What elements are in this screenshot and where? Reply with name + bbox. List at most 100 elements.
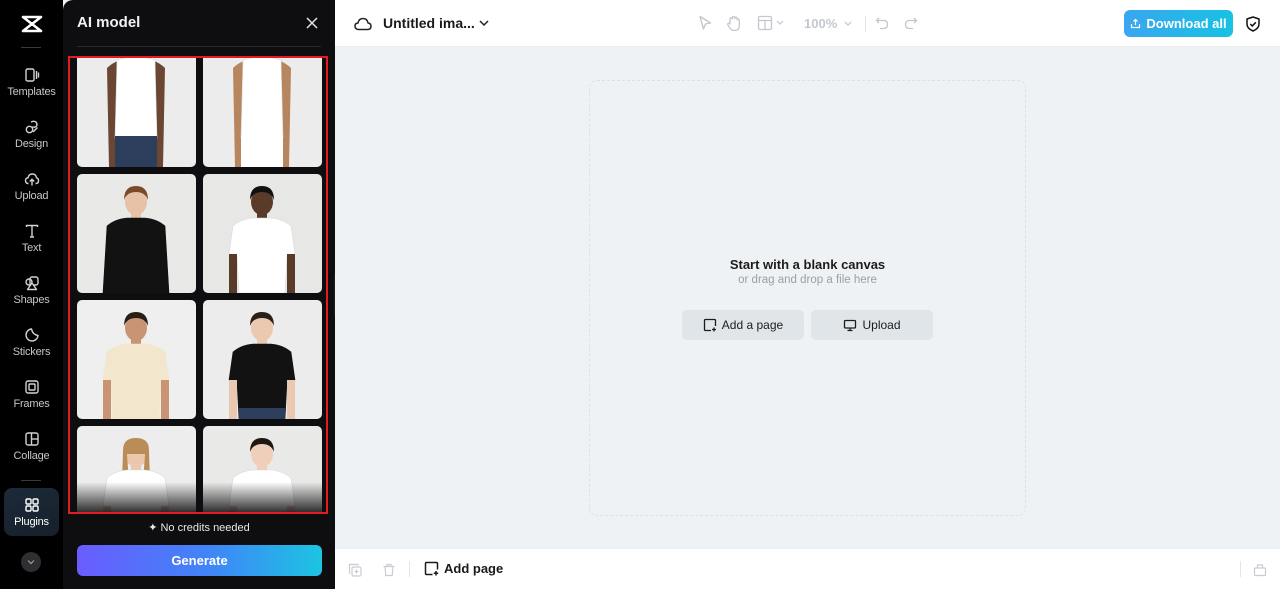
shapes-icon: [24, 275, 39, 290]
add-page-icon: [703, 318, 716, 332]
page-panel-button[interactable]: [1252, 562, 1268, 578]
add-page-label: Add page: [444, 561, 504, 576]
top-bar: Untitled ima... 100% Download all: [335, 0, 1280, 47]
model-photo: [77, 58, 196, 167]
model-card[interactable]: [77, 426, 196, 512]
bottom-bar: Add page: [335, 548, 1280, 589]
rail-item-collage[interactable]: Collage: [4, 422, 59, 470]
zoom-level[interactable]: 100%: [804, 16, 837, 31]
document-title[interactable]: Untitled ima...: [383, 15, 475, 31]
model-card[interactable]: [203, 300, 322, 419]
model-photo: [77, 426, 196, 512]
blank-canvas-dropzone[interactable]: Start with a blank canvas or drag and dr…: [589, 80, 1026, 516]
download-all-label: Download all: [1146, 16, 1227, 31]
model-card[interactable]: [77, 300, 196, 419]
rail-item-label: Design: [14, 137, 49, 150]
rail-item-label: Plugins: [14, 515, 49, 528]
model-photo: [77, 174, 196, 293]
layout-dropdown[interactable]: [757, 15, 789, 31]
redo-icon: [904, 17, 918, 30]
design-icon: [25, 120, 38, 133]
model-card[interactable]: [77, 58, 196, 167]
blank-canvas-title: Start with a blank canvas: [729, 257, 886, 272]
model-photo: [77, 300, 196, 419]
add-a-page-button[interactable]: Add a page: [682, 310, 804, 340]
frames-icon: [24, 379, 39, 394]
layout-icon: [757, 15, 784, 31]
close-button[interactable]: [303, 14, 321, 32]
sticker-icon: [24, 327, 39, 342]
model-card[interactable]: [77, 174, 196, 293]
text-icon: [25, 224, 38, 238]
capcut-logo-icon: [21, 15, 42, 33]
delete-page-button[interactable]: [381, 562, 397, 578]
model-photo: [203, 58, 322, 167]
undo-button[interactable]: [874, 15, 890, 31]
rail-item-templates[interactable]: Templates: [4, 58, 59, 106]
select-tool[interactable]: [697, 15, 713, 31]
left-rail: Templates Design Upload Text Shapes Stic…: [0, 0, 63, 589]
cloud-sync-button[interactable]: [353, 14, 373, 34]
rail-more-button[interactable]: [21, 552, 41, 572]
rail-divider: [21, 47, 41, 48]
chevron-down-icon: [27, 560, 35, 565]
credits-note: ✦ No credits needed: [148, 522, 250, 534]
rail-divider: [21, 480, 41, 481]
panel-divider: [77, 46, 321, 47]
rail-item-label: Collage: [13, 449, 50, 462]
model-card[interactable]: [203, 426, 322, 512]
rail-item-frames[interactable]: Frames: [4, 370, 59, 418]
rail-item-label: Upload: [14, 189, 49, 202]
rail-item-label: Text: [21, 241, 42, 254]
plugins-icon: [24, 497, 39, 512]
model-card[interactable]: [203, 58, 322, 167]
bottom-divider: [1240, 561, 1241, 577]
canvas-area: Start with a blank canvas or drag and dr…: [335, 47, 1280, 548]
model-card[interactable]: [203, 174, 322, 293]
rail-item-label: Templates: [7, 85, 56, 98]
collage-icon: [24, 431, 39, 446]
security-button[interactable]: [1245, 15, 1261, 32]
rail-item-stickers[interactable]: Stickers: [4, 318, 59, 366]
cloud-icon: [354, 17, 372, 31]
pages-tray-icon: [1253, 564, 1267, 577]
model-photo: [203, 426, 322, 512]
rail-item-shapes[interactable]: Shapes: [4, 266, 59, 314]
redo-button[interactable]: [903, 15, 919, 31]
add-a-page-label: Add a page: [721, 318, 784, 332]
generate-button[interactable]: Generate: [77, 545, 322, 576]
add-page-button[interactable]: Add page: [424, 561, 503, 576]
bottom-divider: [409, 561, 410, 577]
duplicate-page-button[interactable]: [347, 562, 363, 578]
rail-item-label: Frames: [13, 397, 50, 410]
upload-cloud-icon: [24, 172, 39, 185]
duplicate-icon: [348, 563, 362, 577]
blank-canvas-subtitle: or drag and drop a file here: [738, 274, 877, 286]
rail-item-label: Stickers: [12, 345, 51, 358]
hand-tool[interactable]: [725, 14, 743, 32]
undo-icon: [875, 17, 889, 30]
ai-model-panel: AI model ✦ No credits needed Generate: [63, 0, 335, 589]
panel-title: AI model: [77, 14, 141, 31]
shield-check-icon: [1246, 15, 1260, 32]
export-icon: [1131, 18, 1141, 29]
rail-item-upload[interactable]: Upload: [4, 162, 59, 210]
capcut-logo[interactable]: [0, 0, 63, 48]
toolbar-divider: [865, 16, 866, 32]
download-all-button[interactable]: Download all: [1124, 10, 1233, 37]
close-icon: [306, 17, 318, 29]
rail-item-design[interactable]: Design: [4, 110, 59, 158]
zoom-dropdown[interactable]: [843, 19, 853, 27]
rail-item-text[interactable]: Text: [4, 214, 59, 262]
trash-icon: [383, 563, 395, 577]
model-photo: [203, 174, 322, 293]
rail-item-plugins[interactable]: Plugins: [4, 488, 59, 536]
hand-icon: [726, 15, 740, 31]
model-grid[interactable]: [77, 58, 323, 512]
pointer-icon: [699, 15, 712, 30]
title-dropdown[interactable]: [478, 17, 490, 29]
rail-item-label: Shapes: [13, 293, 50, 306]
upload-button[interactable]: Upload: [811, 310, 933, 340]
add-page-icon: [424, 561, 439, 576]
chevron-down-icon: [844, 21, 852, 26]
